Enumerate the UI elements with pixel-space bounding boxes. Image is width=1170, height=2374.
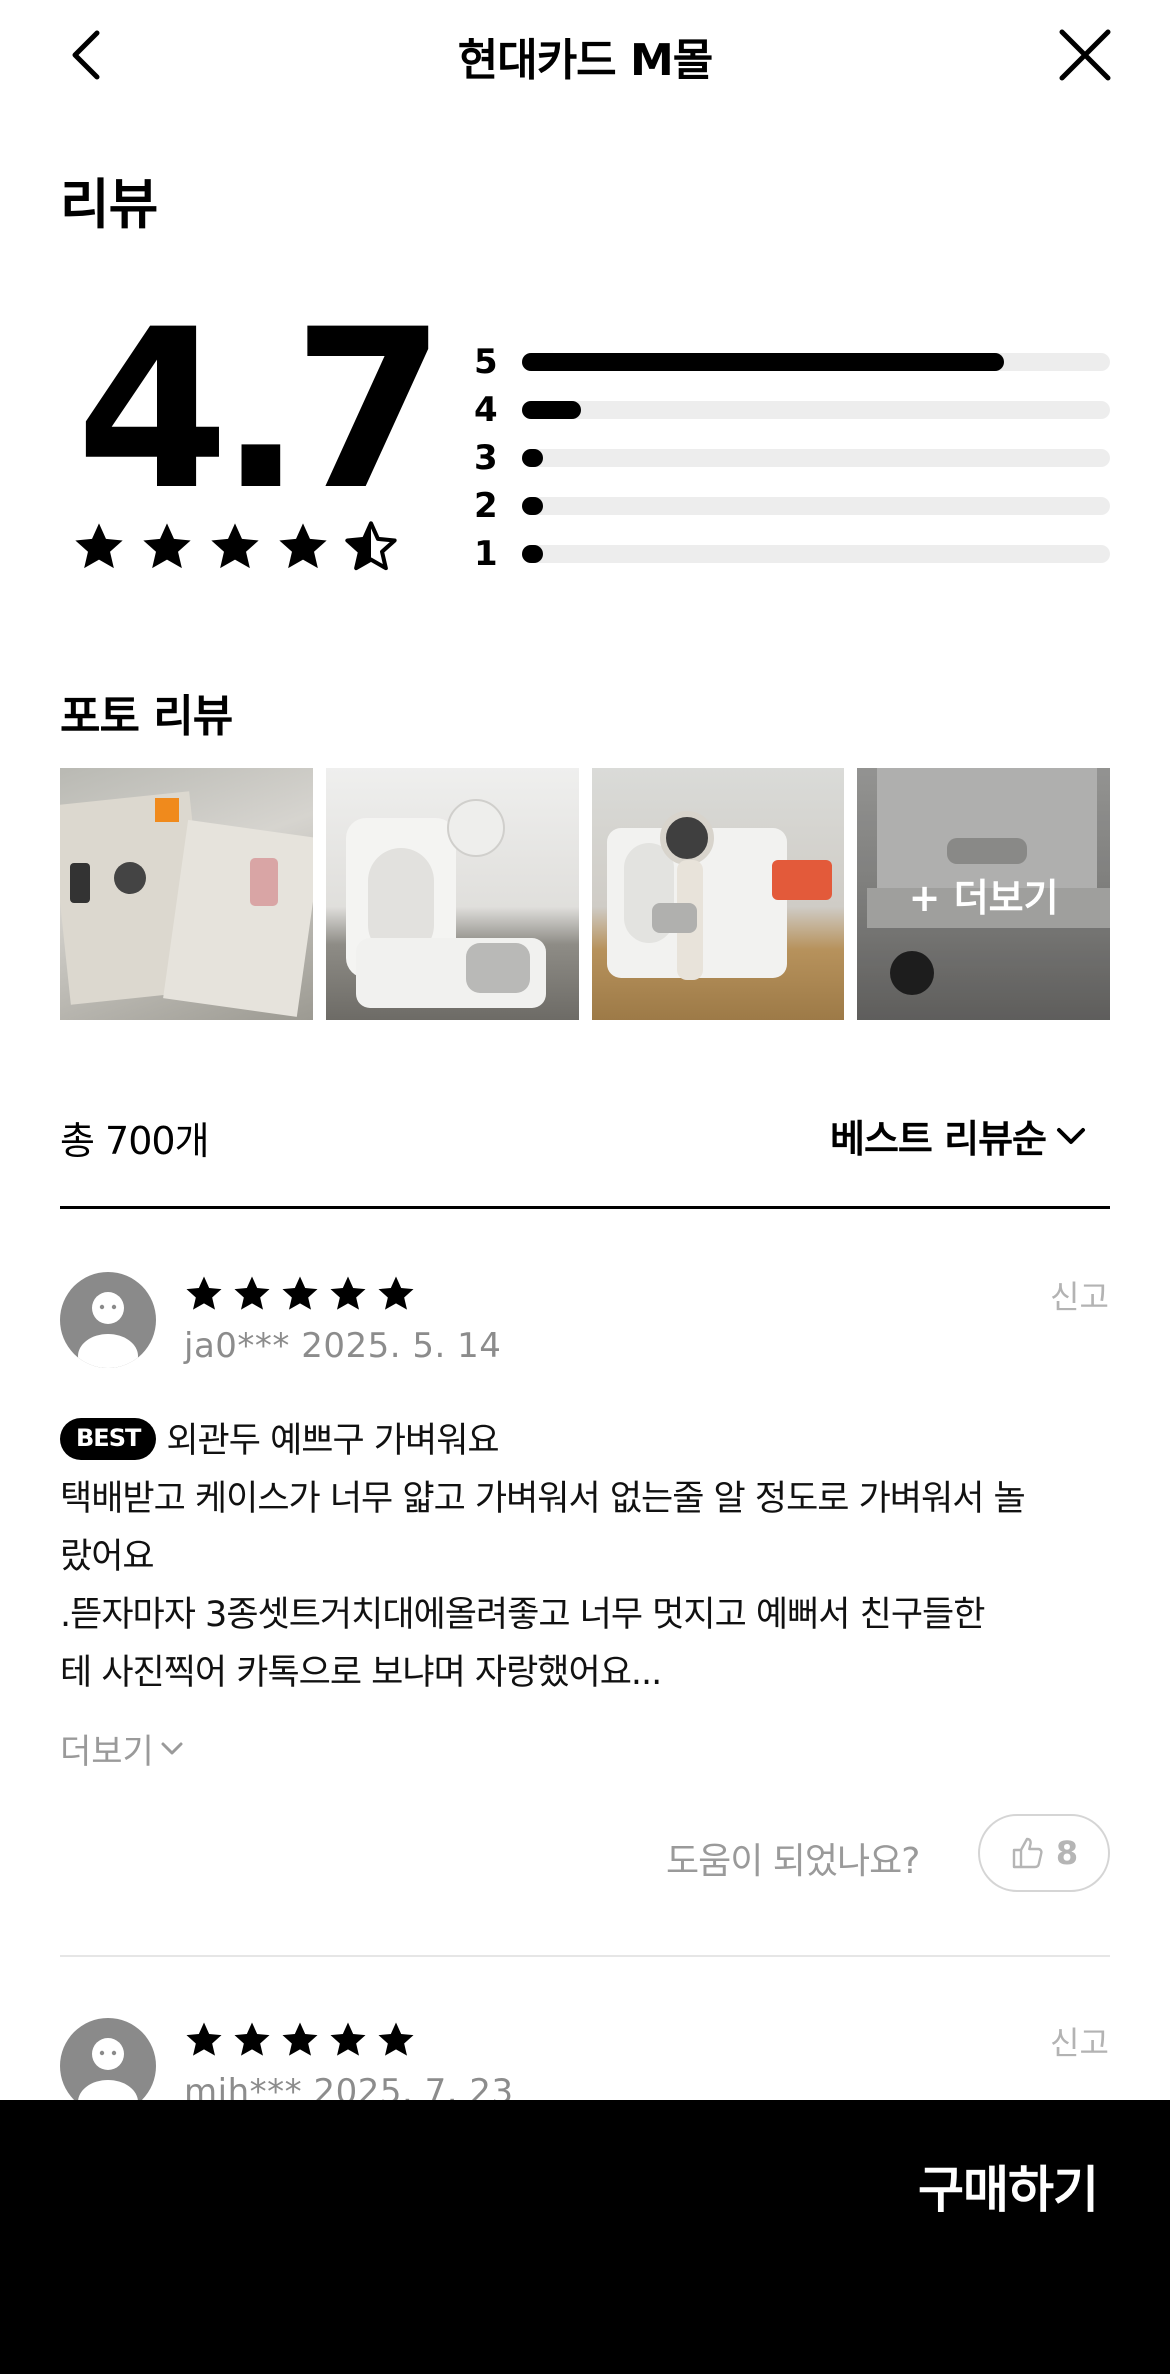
review-divider bbox=[60, 1955, 1110, 1957]
photo-thumbnail[interactable] bbox=[591, 768, 845, 1020]
review-text-line: 테 사진찍어 카톡으로 보냐며 자랑했어요... bbox=[60, 1653, 662, 1693]
charger-watch-photo bbox=[606, 811, 832, 980]
star-filled-icon bbox=[75, 523, 123, 569]
distribution-track bbox=[522, 545, 1110, 563]
distribution-label: 5 bbox=[474, 342, 498, 382]
review-text-line: 랐어요 bbox=[60, 1537, 155, 1577]
star-filled-icon bbox=[234, 1276, 270, 1310]
report-link[interactable]: 신고 bbox=[1050, 2018, 1109, 2064]
close-icon bbox=[1059, 29, 1111, 81]
bottom-purchase-bar: 구매하기 bbox=[0, 2100, 1170, 2374]
distribution-label: 1 bbox=[474, 534, 498, 574]
distribution-label: 2 bbox=[474, 486, 498, 526]
avatar bbox=[60, 1272, 156, 1368]
sort-dropdown[interactable]: 베스트 리뷰순 bbox=[830, 1108, 1086, 1163]
review-stars bbox=[184, 2020, 416, 2060]
product-box-photo bbox=[60, 791, 313, 1017]
sort-label: 베스트 리뷰순 bbox=[830, 1117, 1047, 1161]
photo-review-strip: + 더보기 bbox=[60, 768, 1110, 1020]
report-link[interactable]: 신고 bbox=[1050, 1272, 1109, 1318]
review-text-line: .뜯자마자 3종셋트거치대에올려좋고 너무 멋지고 예뻐서 친구들한 bbox=[60, 1595, 985, 1635]
average-stars bbox=[72, 520, 398, 574]
photo-reviews-heading: 포토 리뷰 bbox=[60, 691, 233, 742]
chevron-down-icon bbox=[161, 1742, 183, 1754]
review-text-line: 택배받고 케이스가 너무 얇고 가벼워서 없는줄 알 정도로 가벼워서 놀 bbox=[60, 1479, 1026, 1519]
distribution-track bbox=[522, 449, 1110, 467]
distribution-label: 3 bbox=[474, 438, 498, 478]
star-filled-icon bbox=[186, 2022, 222, 2056]
star-filled-icon bbox=[143, 523, 191, 569]
review-total-count: 총 700개 bbox=[60, 1119, 210, 1163]
user-icon bbox=[78, 1292, 138, 1368]
review-stars bbox=[184, 1274, 416, 1314]
photo-thumbnail[interactable] bbox=[60, 768, 313, 1020]
review-date: 2025. 5. 14 bbox=[301, 1326, 502, 1366]
distribution-fill bbox=[522, 545, 544, 563]
distribution-row-3: 3 bbox=[474, 434, 1110, 482]
helpful-button[interactable]: 8 bbox=[978, 1814, 1110, 1892]
star-filled-icon bbox=[378, 2022, 414, 2056]
star-filled-icon bbox=[234, 2022, 270, 2056]
best-badge: BEST bbox=[60, 1418, 157, 1460]
star-filled-icon bbox=[330, 2022, 366, 2056]
review-content: BEST 외관두 예쁘구 가벼워요 택배받고 케이스가 너무 얇고 가벼워서 없는… bbox=[60, 1412, 1120, 1702]
star-filled-icon bbox=[282, 1276, 318, 1310]
review-meta: ja0*** 2025. 5. 14 bbox=[184, 1326, 501, 1366]
thumbs-up-icon bbox=[1012, 1837, 1043, 1869]
star-filled-icon bbox=[279, 523, 327, 569]
distribution-row-4: 4 bbox=[474, 386, 1110, 434]
rating-distribution: 5 4 3 2 1 bbox=[474, 338, 1110, 578]
distribution-fill bbox=[522, 401, 581, 419]
page-title: 현대카드 M몰 bbox=[457, 35, 714, 86]
distribution-fill bbox=[522, 449, 544, 467]
chevron-down-icon bbox=[1057, 1127, 1085, 1144]
distribution-row-1: 1 bbox=[474, 530, 1110, 578]
star-filled-icon bbox=[211, 523, 259, 569]
review-title: 외관두 예쁘구 가벼워요 bbox=[166, 1421, 499, 1461]
star-filled-icon bbox=[282, 2022, 318, 2056]
photo-thumbnail-more[interactable]: + 더보기 bbox=[857, 768, 1110, 1020]
star-filled-icon bbox=[330, 1276, 366, 1310]
review-author: ja0*** bbox=[184, 1326, 290, 1366]
photo-more-label: + 더보기 bbox=[857, 768, 1110, 1020]
charger-stand-photo bbox=[345, 799, 546, 1008]
review-title-line: BEST 외관두 예쁘구 가벼워요 bbox=[60, 1412, 1120, 1470]
star-filled-icon bbox=[378, 1276, 414, 1310]
distribution-track bbox=[522, 353, 1110, 371]
list-divider bbox=[60, 1206, 1110, 1209]
distribution-row-5: 5 bbox=[474, 338, 1110, 386]
distribution-fill bbox=[522, 497, 544, 515]
distribution-track bbox=[522, 401, 1110, 419]
expand-review-button[interactable]: 더보기 bbox=[60, 1724, 184, 1773]
distribution-fill bbox=[522, 353, 1005, 371]
reviews-heading: 리뷰 bbox=[60, 173, 158, 236]
distribution-label: 4 bbox=[474, 390, 498, 430]
average-rating: 4.7 bbox=[76, 282, 446, 538]
distribution-row-2: 2 bbox=[474, 482, 1110, 530]
close-button[interactable] bbox=[1052, 22, 1118, 88]
helpful-count: 8 bbox=[1055, 1834, 1079, 1872]
expand-review-label: 더보기 bbox=[60, 1732, 154, 1772]
distribution-track bbox=[522, 497, 1110, 515]
top-bar: 현대카드 M몰 bbox=[0, 0, 1170, 110]
star-half-icon bbox=[345, 521, 397, 571]
star-filled-icon bbox=[186, 1276, 222, 1310]
buy-button[interactable]: 구매하기 bbox=[918, 2150, 1099, 2222]
photo-thumbnail[interactable] bbox=[325, 768, 579, 1020]
helpful-prompt: 도움이 되었나요? bbox=[666, 1841, 920, 1882]
